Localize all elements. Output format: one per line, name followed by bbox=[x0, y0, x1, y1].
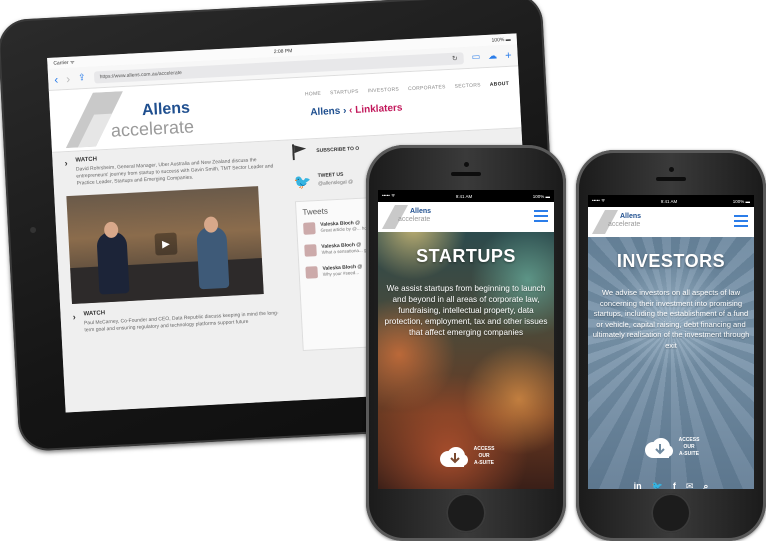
nav-corporates[interactable]: CORPORATES bbox=[408, 84, 446, 92]
phone-status-bar: ••••• ᯤ 9:41 AM 100% ▬ bbox=[588, 195, 754, 207]
iphone-startups: ••••• ᯤ 9:41 AM 100% ▬ Allens accelerate… bbox=[366, 145, 566, 541]
twitter-icon[interactable]: 🐦 bbox=[652, 481, 663, 489]
nav-home[interactable]: HOME bbox=[305, 91, 321, 98]
access-a-suite-button[interactable]: ACCESS OUR A-SUITE bbox=[588, 437, 754, 458]
hero-title: INVESTORS bbox=[616, 251, 726, 271]
watch-item-2[interactable]: › WATCH Paul McCarney, Co-Founder and CE… bbox=[72, 301, 283, 335]
linkedin-icon[interactable]: in bbox=[634, 481, 642, 489]
phone-home-button[interactable] bbox=[446, 493, 486, 533]
status-time: 9:41 AM bbox=[455, 193, 473, 199]
email-icon[interactable]: ✉ bbox=[686, 481, 694, 489]
mobile-site-header: Allens accelerate bbox=[378, 202, 554, 232]
front-camera bbox=[669, 167, 674, 172]
logo-accelerate[interactable]: accelerate bbox=[608, 221, 640, 228]
logo-accelerate[interactable]: accelerate bbox=[398, 216, 430, 223]
play-icon[interactable]: ▶ bbox=[154, 232, 178, 256]
phone-home-button[interactable] bbox=[651, 493, 691, 533]
startups-hero: STARTUPS We assist startups from beginni… bbox=[378, 232, 554, 489]
share-icon[interactable]: ⇪ bbox=[78, 72, 86, 83]
subscribe-label: SUBSCRIBE TO O bbox=[316, 145, 360, 155]
carrier-label: Carrier ᯤ bbox=[53, 59, 75, 67]
access-label: ACCESS OUR A-SUITE bbox=[474, 446, 495, 467]
battery-label: 100% ▬ bbox=[532, 193, 550, 199]
access-line-2: OUR bbox=[478, 453, 490, 459]
avatar bbox=[304, 244, 317, 257]
watch-item-1[interactable]: › WATCH David Rohrsheim, General Manager… bbox=[64, 147, 275, 188]
access-line-3: A-SUITE bbox=[474, 460, 494, 466]
search-icon[interactable]: ⌕ bbox=[703, 481, 708, 489]
new-tab-icon[interactable]: + bbox=[505, 49, 512, 61]
front-camera bbox=[464, 162, 469, 167]
video-person-right bbox=[196, 225, 230, 290]
access-line-1: ACCESS bbox=[473, 446, 495, 452]
avatar bbox=[303, 222, 316, 235]
linklaters-link-text: ‹ Linklaters bbox=[348, 102, 403, 117]
mobile-site-header: Allens accelerate bbox=[588, 207, 754, 237]
status-time: 9:41 AM bbox=[660, 198, 678, 204]
access-label: ACCESS OUR A-SUITE bbox=[679, 437, 700, 458]
allens-link-text: Allens › bbox=[310, 105, 347, 119]
video-person-left bbox=[96, 231, 130, 295]
avatar bbox=[305, 266, 318, 279]
nav-startups[interactable]: STARTUPS bbox=[330, 89, 359, 96]
chevron-right-icon: › bbox=[72, 311, 76, 322]
nav-about[interactable]: ABOUT bbox=[490, 81, 510, 88]
tweet-text: Why your #seed... bbox=[322, 269, 360, 277]
access-line-2: OUR bbox=[683, 444, 695, 450]
hero-description: We advise investors on all aspects of la… bbox=[592, 288, 750, 350]
phone-screen-startups: ••••• ᯤ 9:41 AM 100% ▬ Allens accelerate… bbox=[378, 190, 554, 489]
site-nav: HOME STARTUPS INVESTORS CORPORATES SECTO… bbox=[305, 81, 509, 98]
signal-label: ••••• ᯤ bbox=[382, 193, 396, 198]
battery-label: 100% ▬ bbox=[491, 36, 511, 44]
video-player[interactable]: ▶ bbox=[66, 186, 264, 305]
hero-title: STARTUPS bbox=[416, 246, 516, 266]
social-links: in 🐦 f ✉ ⌕ bbox=[588, 481, 754, 489]
phone-status-bar: ••••• ᯤ 9:41 AM 100% ▬ bbox=[378, 190, 554, 202]
flag-icon bbox=[291, 144, 307, 161]
hamburger-menu-icon[interactable] bbox=[534, 210, 548, 222]
cloud-download-icon bbox=[439, 446, 468, 467]
ipad-home-button[interactable] bbox=[29, 226, 37, 234]
twitter-icon: 🐦 bbox=[293, 173, 312, 191]
status-time: 2:08 PM bbox=[273, 47, 293, 55]
facebook-icon[interactable]: f bbox=[673, 481, 676, 489]
cloud-tabs-icon[interactable]: ☁ bbox=[488, 50, 498, 61]
access-line-3: A-SUITE bbox=[679, 451, 699, 457]
url-text: https://www.allens.com.au/accelerate bbox=[99, 69, 183, 80]
investors-hero: INVESTORS We advise investors on all asp… bbox=[588, 237, 754, 489]
tweet-us-label: TWEET US bbox=[317, 171, 344, 179]
iphone-investors: ••••• ᯤ 9:41 AM 100% ▬ Allens accelerate… bbox=[576, 150, 766, 541]
logo-accelerate[interactable]: accelerate bbox=[110, 116, 194, 141]
logo-allens[interactable]: Allens bbox=[410, 208, 431, 215]
cloud-download-icon bbox=[644, 437, 673, 458]
bookmarks-icon[interactable]: ▭ bbox=[471, 51, 480, 62]
back-button[interactable]: ‹ bbox=[54, 72, 59, 86]
access-line-1: ACCESS bbox=[678, 437, 700, 443]
reload-icon[interactable]: ↻ bbox=[452, 54, 458, 62]
access-a-suite-button[interactable]: ACCESS OUR A-SUITE bbox=[378, 446, 554, 467]
logo-allens[interactable]: Allens bbox=[620, 213, 641, 220]
hero-description: We assist startups from beginning to lau… bbox=[384, 284, 548, 337]
forward-button[interactable]: › bbox=[66, 71, 71, 85]
nav-sectors[interactable]: SECTORS bbox=[455, 82, 481, 89]
chevron-right-icon: › bbox=[64, 158, 68, 169]
earpiece bbox=[656, 177, 686, 181]
allens-linklaters-logo: Allens › ‹ Linklaters bbox=[310, 102, 403, 118]
battery-label: 100% ▬ bbox=[732, 198, 750, 204]
signal-label: ••••• ᯤ bbox=[592, 198, 606, 203]
earpiece bbox=[451, 172, 481, 176]
nav-investors[interactable]: INVESTORS bbox=[367, 87, 399, 95]
watch-column: › WATCH David Rohrsheim, General Manager… bbox=[64, 147, 283, 339]
tweet-handle: @allenslegal @ bbox=[317, 179, 354, 187]
phone-screen-investors: ••••• ᯤ 9:41 AM 100% ▬ Allens accelerate… bbox=[588, 195, 754, 489]
hamburger-menu-icon[interactable] bbox=[734, 215, 748, 227]
